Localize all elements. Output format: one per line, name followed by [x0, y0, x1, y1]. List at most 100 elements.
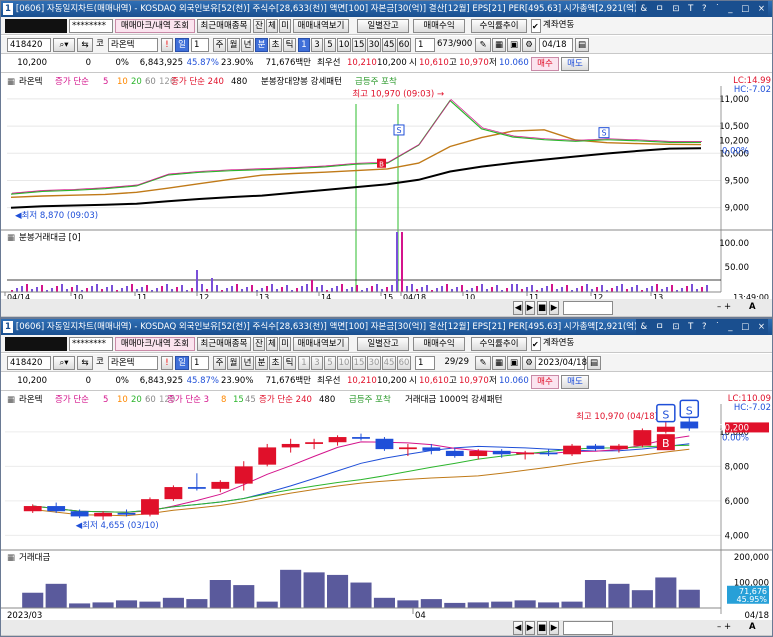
balance-tab[interactable]: 잔: [253, 337, 265, 351]
period-count-input[interactable]: 1: [191, 356, 209, 370]
scroll-right-icon[interactable]: ▶: [525, 621, 535, 635]
drawing-tool-icon[interactable]: ✎: [475, 38, 491, 52]
stop-icon[interactable]: ■: [537, 621, 547, 635]
bottom-scrollbar[interactable]: ◀ ▶ ■ ▶ – + A: [1, 620, 772, 636]
save-icon[interactable]: ▣: [507, 356, 521, 370]
calendar-icon[interactable]: ▤: [587, 356, 601, 370]
period-week-button[interactable]: 주: [213, 356, 226, 370]
window-controls[interactable]: & ㅁ ⊡ T ? ˙ _ □ ×: [636, 319, 768, 335]
minute-10-button[interactable]: 10: [337, 38, 351, 52]
period-week-button[interactable]: 주: [213, 38, 226, 52]
scroll-track[interactable]: [563, 301, 613, 315]
trade-history-button[interactable]: 매매내역보기: [293, 19, 349, 33]
play-icon[interactable]: ▶: [549, 301, 559, 315]
profit-trend-button[interactable]: 수익률추이: [471, 19, 527, 33]
filled-tab[interactable]: 체: [266, 19, 278, 33]
period-minute-button[interactable]: 분: [255, 38, 268, 52]
profit-trend-button[interactable]: 수익률추이: [471, 337, 527, 351]
minute-3-button[interactable]: 3: [311, 356, 323, 370]
buy-button[interactable]: 매수: [531, 57, 559, 71]
period-count-input[interactable]: 1: [191, 38, 209, 52]
trade-history-button[interactable]: 매매내역보기: [293, 337, 349, 351]
sell-button[interactable]: 매도: [561, 57, 589, 71]
account-link-checkbox[interactable]: ✔: [531, 337, 541, 351]
buy-button[interactable]: 매수: [531, 375, 559, 389]
search-icon[interactable]: ⌕▾: [53, 356, 75, 370]
gear-icon[interactable]: ⚙: [522, 356, 536, 370]
minute-45-button[interactable]: 45: [382, 356, 396, 370]
scroll-left-icon[interactable]: ◀: [513, 621, 523, 635]
zoom-minus-icon[interactable]: – +: [717, 621, 731, 635]
minute-15-button[interactable]: 15: [352, 356, 366, 370]
period-second-button[interactable]: 초: [269, 38, 282, 52]
period-year-button[interactable]: 년: [241, 356, 254, 370]
trade-profit-button[interactable]: 매매수익: [413, 19, 465, 33]
interval-select[interactable]: 1: [415, 356, 435, 370]
scroll-left-icon[interactable]: ◀: [513, 301, 523, 315]
daily-balance-button[interactable]: 일별잔고: [357, 337, 409, 351]
interval-select[interactable]: 1: [415, 38, 435, 52]
period-second-button[interactable]: 초: [269, 356, 282, 370]
period-day-button[interactable]: 일: [175, 38, 189, 52]
recent-trades-button[interactable]: 최근매매종목: [197, 337, 251, 351]
stop-icon[interactable]: ■: [537, 301, 547, 315]
gear-icon[interactable]: ⚙: [522, 38, 536, 52]
minute-1-button[interactable]: 1: [298, 356, 310, 370]
search-icon[interactable]: ⌕▾: [53, 38, 75, 52]
minute-30-button[interactable]: 30: [367, 38, 381, 52]
zoom-plus-icon[interactable]: A: [749, 301, 756, 315]
minute-5-button[interactable]: 5: [324, 38, 336, 52]
drawing-tool-icon[interactable]: ✎: [475, 356, 491, 370]
password-field[interactable]: ********: [69, 19, 113, 33]
period-tick-button[interactable]: 틱: [283, 38, 296, 52]
minute-30-button[interactable]: 30: [367, 356, 381, 370]
period-month-button[interactable]: 월: [227, 356, 240, 370]
period-minute-button[interactable]: 분: [255, 356, 268, 370]
period-month-button[interactable]: 월: [227, 38, 240, 52]
minute-45-button[interactable]: 45: [382, 38, 396, 52]
minute-5-button[interactable]: 5: [324, 356, 336, 370]
arrows-icon[interactable]: ⇆: [77, 356, 93, 370]
zoom-plus-icon[interactable]: A: [749, 621, 756, 635]
grid-icon[interactable]: ▦: [492, 356, 506, 370]
window-controls[interactable]: & ㅁ ⊡ T ? ˙ _ □ ×: [636, 1, 768, 17]
zoom-minus-icon[interactable]: – +: [717, 301, 731, 315]
info-icon[interactable]: !: [161, 38, 173, 52]
balance-tab[interactable]: 잔: [253, 19, 265, 33]
password-field[interactable]: ********: [69, 337, 113, 351]
play-icon[interactable]: ▶: [549, 621, 559, 635]
calendar-icon[interactable]: ▤: [575, 38, 589, 52]
minute-10-button[interactable]: 10: [337, 356, 351, 370]
recent-trades-button[interactable]: 최근매매종목: [197, 19, 251, 33]
sell-button[interactable]: 매도: [561, 375, 589, 389]
top-price-chart[interactable]: ▦ 라온텍 증가 단순 5 10 20 60 120증가 단순 240 480 분봉장대양봉 강세…: [1, 74, 772, 302]
bottom-price-chart[interactable]: ▦ 라온텍 증가 단순 5 10 20 60 120증가 단순 3 8 15 45 증가 단순 240…: [1, 392, 772, 620]
info-icon[interactable]: !: [161, 356, 173, 370]
stock-code-input[interactable]: 418420: [7, 356, 51, 370]
account-field[interactable]: [5, 19, 67, 33]
unfilled-tab[interactable]: 미: [279, 19, 291, 33]
scroll-right-icon[interactable]: ▶: [525, 301, 535, 315]
arrows-icon[interactable]: ⇆: [77, 38, 93, 52]
filled-tab[interactable]: 체: [266, 337, 278, 351]
top-scrollbar[interactable]: ◀ ▶ ■ ▶ – + A: [1, 299, 772, 317]
unfilled-tab[interactable]: 미: [279, 337, 291, 351]
period-year-button[interactable]: 년: [241, 38, 254, 52]
account-field[interactable]: [5, 337, 67, 351]
date-input[interactable]: 04/18: [539, 38, 573, 52]
trade-mark-button[interactable]: 매매마크/내역 조회: [115, 19, 195, 33]
period-tick-button[interactable]: 틱: [283, 356, 296, 370]
grid-icon[interactable]: ▦: [492, 38, 506, 52]
scroll-track[interactable]: [563, 621, 613, 635]
trade-profit-button[interactable]: 매매수익: [413, 337, 465, 351]
date-input[interactable]: 2023/04/18: [535, 356, 587, 370]
period-day-button[interactable]: 일: [175, 356, 189, 370]
daily-balance-button[interactable]: 일별잔고: [357, 19, 409, 33]
stock-code-input[interactable]: 418420: [7, 38, 51, 52]
minute-1-button[interactable]: 1: [298, 38, 310, 52]
account-link-checkbox[interactable]: ✔: [531, 19, 541, 33]
minute-60-button[interactable]: 60: [397, 38, 411, 52]
trade-mark-button[interactable]: 매매마크/내역 조회: [115, 337, 195, 351]
minute-60-button[interactable]: 60: [397, 356, 411, 370]
minute-3-button[interactable]: 3: [311, 38, 323, 52]
